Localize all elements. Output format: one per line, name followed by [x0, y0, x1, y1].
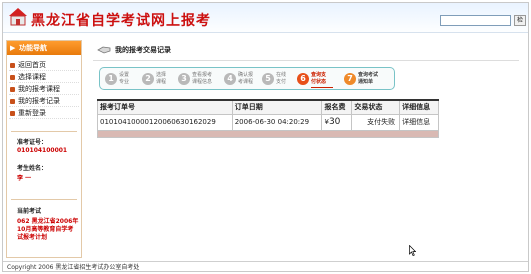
step-label: 选择 课程 [156, 72, 167, 85]
step-label: 查询考试 通知单 [358, 72, 379, 85]
site-header: 黑龙江省自学考试网上报考 检 [3, 3, 528, 33]
column-header-status: 交易状态 [351, 99, 401, 115]
sidebar-item-label: 返回首页 [18, 61, 46, 69]
step-number: 4 [224, 73, 236, 85]
hand-pointer-icon [97, 46, 111, 54]
sidebar-item-my-courses[interactable]: 我的报考课程 [9, 84, 79, 95]
title-divider [93, 60, 519, 61]
house-logo-icon [9, 8, 27, 26]
mouse-cursor-icon [409, 245, 416, 256]
main-content: 我的报考交易记录 1 设置 专业 2 选择 课程 3 查看报考 课程信息 4 确… [91, 40, 528, 258]
exam-id-label: 准考证号： [17, 139, 48, 146]
step-label: 设置 专业 [119, 72, 130, 85]
sidebar-nav-title: ▶ 功能导航 [7, 41, 81, 55]
footer: Copyright 2006 黑龙江省招生考试办公室自考处 [3, 261, 528, 271]
order-table: 报考订单号 订单日期 报名费 交易状态 详细信息 010104100001200… [97, 99, 439, 138]
order-number: 01010410000120060630162029 [97, 113, 233, 131]
search-input[interactable] [440, 15, 511, 26]
step-label: 查看报考 课程信息 [192, 72, 213, 85]
exam-id-value: 010104100001 [17, 147, 68, 154]
step-label: 确认报 考课程 [238, 72, 254, 85]
sidebar-divider [11, 199, 77, 200]
sidebar-item-my-records[interactable]: 我的报考记录 [9, 96, 79, 107]
site-title: 黑龙江省自学考试网上报考 [31, 13, 211, 29]
sidebar-item-home[interactable]: 返回首页 [9, 60, 79, 71]
page-title-label: 我的报考交易记录 [115, 46, 171, 54]
step-number: 3 [178, 73, 190, 85]
sidebar-item-select-course[interactable]: 选择课程 [9, 72, 79, 83]
sidebar-item-label: 重新登录 [18, 109, 46, 117]
sidebar: ▶ 功能导航 返回首页 选择课程 我的报考课程 我的报考记录 重新登录 准考证号… [6, 40, 82, 258]
current-exam-notice[interactable]: 062 黑龙江省2006年10月高等教育自学考试报考计划 [17, 218, 79, 242]
status-text: 支付失败 [367, 118, 396, 126]
nav-title-label: 功能导航 [19, 44, 47, 52]
fee-amount: 30 [328, 117, 341, 127]
current-exam-title: 当前考试 [17, 208, 42, 215]
browser-page: 黑龙江省自学考试网上报考 检 ▶ 功能导航 返回首页 选择课程 我的报考课程 我… [2, 2, 529, 272]
column-header-date: 订单日期 [231, 99, 323, 115]
progress-steps: 1 设置 专业 2 选择 课程 3 查看报考 课程信息 4 确认报 考课程 5 … [99, 67, 395, 90]
name-value: 李 一 [17, 175, 32, 182]
table-footer-row [97, 129, 439, 138]
bullet-icon [10, 87, 15, 92]
step-number: 1 [105, 73, 117, 85]
order-date: 2006-06-30 04:20:29 [231, 113, 323, 131]
active-step-underline [311, 87, 333, 88]
sidebar-item-label: 我的报考课程 [18, 85, 60, 93]
column-header-detail: 详细信息 [399, 99, 439, 115]
bullet-icon [10, 63, 15, 68]
step-number: 5 [262, 73, 274, 85]
bullet-icon [10, 99, 15, 104]
sidebar-item-label: 选择课程 [18, 73, 46, 81]
sidebar-item-relogin[interactable]: 重新登录 [9, 108, 79, 119]
step-number: 6 [297, 73, 309, 85]
order-fee: ¥30 [321, 113, 353, 131]
transaction-status: 支付失败 [351, 113, 401, 131]
table-header-row: 报考订单号 订单日期 报名费 交易状态 详细信息 [97, 99, 439, 115]
name-label: 考生姓名： [17, 165, 48, 172]
step-number: 2 [142, 73, 154, 85]
detail-link[interactable]: 详细信息 [402, 118, 430, 126]
step-label: 查询支 付状态 [311, 72, 327, 85]
column-header-fee: 报名费 [321, 99, 353, 115]
table-footer-bar [97, 129, 439, 138]
search-button[interactable]: 检 [514, 15, 526, 26]
sidebar-item-label: 我的报考记录 [18, 97, 60, 105]
column-header-order-no: 报考订单号 [97, 99, 233, 115]
step-number: 7 [344, 73, 356, 85]
step-label: 在线 支付 [276, 72, 287, 85]
bullet-icon [10, 75, 15, 80]
arrow-icon: ▶ [10, 44, 16, 52]
page-title: 我的报考交易记录 [97, 44, 171, 56]
table-row: 01010410000120060630162029 2006-06-30 04… [97, 113, 439, 131]
bullet-icon [10, 111, 15, 116]
detail-cell: 详细信息 [399, 113, 439, 131]
sidebar-divider [11, 131, 77, 132]
